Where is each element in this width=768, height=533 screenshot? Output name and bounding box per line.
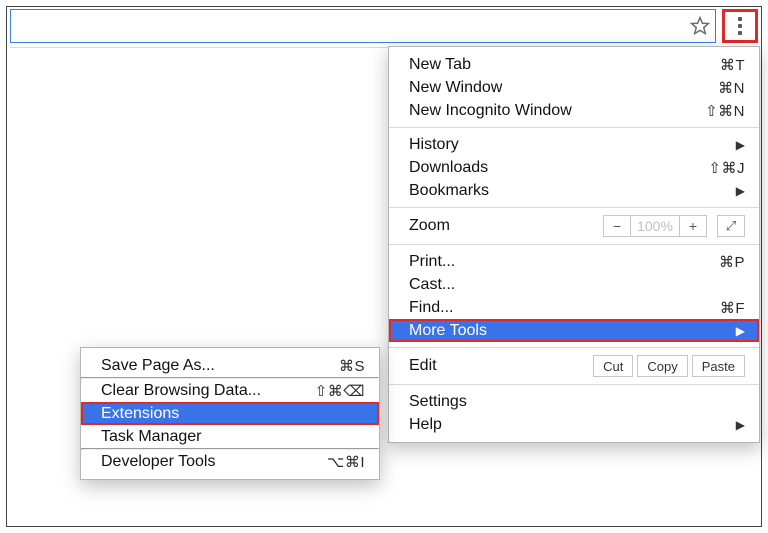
menu-label: Save Page As... bbox=[101, 357, 339, 375]
menu-label: Print... bbox=[409, 253, 719, 271]
menu-label: Settings bbox=[409, 393, 745, 411]
zoom-in-button[interactable]: + bbox=[679, 215, 707, 237]
menu-label: Task Manager bbox=[101, 428, 365, 446]
menu-edit: Edit Cut Copy Paste bbox=[389, 353, 759, 379]
submenu-arrow-icon: ▶ bbox=[736, 138, 745, 152]
menu-label: Extensions bbox=[101, 405, 365, 423]
edit-cut-button[interactable]: Cut bbox=[593, 355, 633, 377]
menu-label: New Incognito Window bbox=[409, 102, 705, 120]
toolbar bbox=[10, 9, 758, 43]
chrome-menu-button[interactable] bbox=[722, 9, 758, 43]
shortcut: ⌘F bbox=[720, 299, 745, 317]
zoom-controls: − 100% + bbox=[603, 215, 707, 237]
menu-bookmarks[interactable]: Bookmarks ▶ bbox=[389, 179, 759, 202]
bookmark-star-icon[interactable] bbox=[689, 15, 711, 37]
menu-settings[interactable]: Settings bbox=[389, 390, 759, 413]
menu-new-tab[interactable]: New Tab ⌘T bbox=[389, 53, 759, 76]
submenu-clear-browsing-data[interactable]: Clear Browsing Data... ⇧⌘⌫ bbox=[81, 379, 379, 402]
zoom-value: 100% bbox=[631, 215, 679, 237]
shortcut: ⌘T bbox=[720, 56, 745, 74]
shortcut: ⇧⌘J bbox=[708, 159, 745, 177]
menu-label: History bbox=[409, 136, 728, 154]
menu-label: Find... bbox=[409, 299, 720, 317]
submenu-developer-tools[interactable]: Developer Tools ⌥⌘I bbox=[81, 450, 379, 473]
shortcut: ⌘N bbox=[718, 79, 745, 97]
submenu-extensions[interactable]: Extensions bbox=[81, 402, 379, 425]
menu-label: Downloads bbox=[409, 159, 708, 177]
more-vertical-icon bbox=[738, 17, 742, 35]
submenu-save-page-as[interactable]: Save Page As... ⌘S bbox=[81, 354, 379, 377]
menu-label: New Tab bbox=[409, 56, 720, 74]
menu-label: Developer Tools bbox=[101, 453, 327, 471]
menu-help[interactable]: Help ▶ bbox=[389, 413, 759, 436]
shortcut: ⌥⌘I bbox=[327, 453, 365, 471]
zoom-out-button[interactable]: − bbox=[603, 215, 631, 237]
fullscreen-icon: ⤢ bbox=[726, 218, 736, 234]
more-tools-submenu: Save Page As... ⌘S Clear Browsing Data..… bbox=[80, 347, 380, 480]
submenu-arrow-icon: ▶ bbox=[736, 324, 745, 338]
menu-downloads[interactable]: Downloads ⇧⌘J bbox=[389, 156, 759, 179]
menu-label: Edit bbox=[409, 357, 593, 375]
submenu-arrow-icon: ▶ bbox=[736, 184, 745, 198]
menu-print[interactable]: Print... ⌘P bbox=[389, 250, 759, 273]
menu-new-window[interactable]: New Window ⌘N bbox=[389, 76, 759, 99]
menu-more-tools[interactable]: More Tools ▶ bbox=[389, 319, 759, 342]
shortcut: ⇧⌘⌫ bbox=[315, 382, 365, 400]
menu-label: More Tools bbox=[409, 322, 728, 340]
chrome-menu: New Tab ⌘T New Window ⌘N New Incognito W… bbox=[388, 46, 760, 443]
edit-paste-button[interactable]: Paste bbox=[692, 355, 745, 377]
shortcut: ⇧⌘N bbox=[705, 102, 745, 120]
menu-find[interactable]: Find... ⌘F bbox=[389, 296, 759, 319]
menu-label: Help bbox=[409, 416, 728, 434]
menu-label: Cast... bbox=[409, 276, 745, 294]
menu-history[interactable]: History ▶ bbox=[389, 133, 759, 156]
menu-label: New Window bbox=[409, 79, 718, 97]
submenu-task-manager[interactable]: Task Manager bbox=[81, 425, 379, 448]
edit-copy-button[interactable]: Copy bbox=[637, 355, 687, 377]
menu-zoom: Zoom − 100% + ⤢ bbox=[389, 213, 759, 239]
menu-label: Bookmarks bbox=[409, 182, 728, 200]
menu-new-incognito[interactable]: New Incognito Window ⇧⌘N bbox=[389, 99, 759, 122]
shortcut: ⌘S bbox=[339, 357, 365, 375]
submenu-arrow-icon: ▶ bbox=[736, 418, 745, 432]
shortcut: ⌘P bbox=[719, 253, 745, 271]
menu-label: Zoom bbox=[409, 217, 603, 235]
menu-cast[interactable]: Cast... bbox=[389, 273, 759, 296]
menu-label: Clear Browsing Data... bbox=[101, 382, 315, 400]
url-input[interactable] bbox=[10, 9, 716, 43]
fullscreen-button[interactable]: ⤢ bbox=[717, 215, 745, 237]
